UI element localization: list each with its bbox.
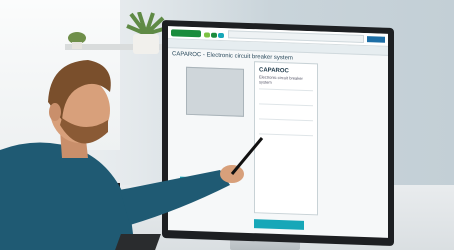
keyboard (115, 234, 161, 250)
man-with-stylus (0, 60, 264, 250)
brand-logo (171, 28, 201, 37)
photo-scene: CAPAROC - Electronic circuit breaker sys… (0, 0, 454, 250)
search-button[interactable] (367, 36, 385, 43)
